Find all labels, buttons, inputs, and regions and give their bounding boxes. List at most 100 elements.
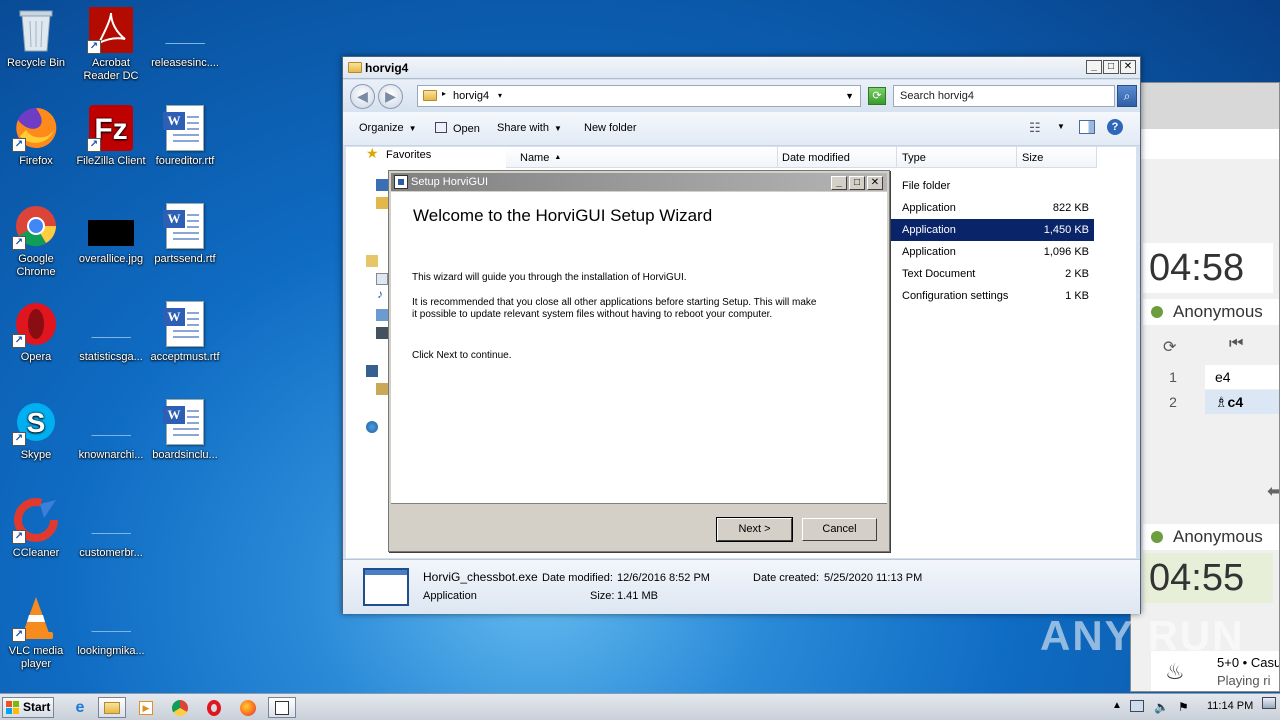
taskbar-chrome[interactable] xyxy=(166,697,194,718)
open-button[interactable]: Open xyxy=(435,122,480,135)
cancel-button[interactable]: Cancel xyxy=(802,518,877,541)
breadcrumb-folder[interactable]: horvig4 xyxy=(453,90,489,102)
chevron-down-icon[interactable]: ▼ xyxy=(1057,122,1065,131)
taskbar-clock[interactable]: 11:14 PM xyxy=(1207,700,1253,712)
address-box[interactable]: ▸ horvig4 ▾ ▼ xyxy=(417,85,861,107)
desktop-icon-customerbr[interactable]: customerbr... xyxy=(73,496,149,560)
maximize-button[interactable]: □ xyxy=(849,176,865,190)
shortcut-arrow-icon: ↗ xyxy=(12,530,26,544)
help-icon[interactable]: ? xyxy=(1107,119,1123,135)
installer-icon xyxy=(394,175,408,189)
taskbar-setup[interactable] xyxy=(268,697,296,718)
setup-paragraph-2: It is recommended that you close all oth… xyxy=(412,297,817,320)
file-type: File folder xyxy=(902,180,951,192)
file-size: 2 KB xyxy=(1065,268,1089,280)
address-dropdown-icon[interactable]: ▼ xyxy=(845,91,854,101)
shortcut-arrow-icon: ↗ xyxy=(12,628,26,642)
move-row[interactable]: 1 e4 xyxy=(1143,365,1279,389)
word-document-icon: W xyxy=(161,300,209,348)
move-number: 1 xyxy=(1169,369,1177,385)
forward-button[interactable]: ▶ xyxy=(378,84,403,109)
column-name[interactable]: Name ▲ xyxy=(506,147,778,168)
desktop-icon-filezilla[interactable]: Fz ↗ FileZilla Client xyxy=(73,104,149,168)
desktop-icon-statisticsga[interactable]: statisticsga... xyxy=(73,300,149,364)
setup-heading: Welcome to the HorviGUI Setup Wizard xyxy=(413,206,713,225)
show-desktop-button[interactable] xyxy=(1262,697,1276,709)
shortcut-arrow-icon: ↗ xyxy=(12,432,26,446)
taskbar-media-player[interactable]: ▶ xyxy=(132,697,160,718)
desktop-icon-ccleaner[interactable]: ↗ CCleaner xyxy=(0,496,74,560)
refresh-icon[interactable]: ⟳ xyxy=(868,87,886,105)
speaker-icon[interactable]: 🔈 xyxy=(1154,700,1169,714)
desktop-icon-boardsinclu[interactable]: W boardsinclu... xyxy=(147,398,223,462)
desktop-icon-chrome[interactable]: ↗ Google Chrome xyxy=(0,202,74,279)
column-type[interactable]: Type xyxy=(897,147,1017,168)
start-button[interactable]: Start xyxy=(2,697,54,718)
taskbar-explorer[interactable] xyxy=(98,697,126,718)
file-row[interactable]: Text Document 2 KB xyxy=(890,263,1094,285)
explorer-titlebar[interactable]: horvig4 _ □ ✕ xyxy=(343,57,1140,79)
file-row[interactable]: Application 1,096 KB xyxy=(890,241,1094,263)
first-move-icon[interactable]: ⏮ xyxy=(1229,335,1243,353)
move-row[interactable]: 2 ♗c4 xyxy=(1143,390,1279,414)
search-icon[interactable]: ⌕ xyxy=(1117,85,1137,107)
share-with-menu[interactable]: Share with ▼ xyxy=(497,122,562,134)
share-with-label: Share with xyxy=(497,122,549,134)
setup-titlebar[interactable]: Setup HorviGUI _ □ ✕ xyxy=(391,173,887,191)
taskbar-firefox[interactable] xyxy=(234,697,262,718)
desktop-icon-partssend-rtf[interactable]: W partssend.rtf xyxy=(147,202,223,266)
desktop-icon-firefox[interactable]: ↗ Firefox xyxy=(0,104,74,168)
file-row[interactable]: Configuration settings 1 KB xyxy=(890,285,1094,307)
close-button[interactable]: ✕ xyxy=(867,176,883,190)
chess-browser-window[interactable]: 04:58 Anonymous ⟳ ⏮ 1 e4 2 ♗c4 ⬅ Anonymo… xyxy=(1130,82,1280,692)
preview-pane-icon[interactable] xyxy=(1079,120,1095,134)
maximize-button[interactable]: □ xyxy=(1103,60,1119,74)
next-button[interactable]: Next > xyxy=(716,517,793,542)
show-hidden-icons[interactable]: ▲ xyxy=(1112,700,1122,711)
desktop-icon-skype[interactable]: S ↗ Skype xyxy=(0,398,74,462)
desktop-icon-acrobat[interactable]: ↗ Acrobat Reader DC xyxy=(73,6,149,83)
view-options-icon[interactable]: ☷ xyxy=(1029,120,1041,136)
taskbar-opera[interactable] xyxy=(200,697,228,718)
detail-size-label: Size: xyxy=(590,590,615,602)
desktop-icon-overallice-jpg[interactable]: overallice.jpg xyxy=(73,202,149,266)
desktop-icon-lookingmika[interactable]: lookingmika... xyxy=(73,594,149,658)
column-date-modified[interactable]: Date modified xyxy=(778,147,897,168)
open-label: Open xyxy=(453,123,480,135)
desktop-icon-opera[interactable]: ↗ Opera xyxy=(0,300,74,364)
desktop-icon-vlc[interactable]: ↗ VLC media player xyxy=(0,594,74,671)
desktop-icon-foureditor-rtf[interactable]: W foureditor.rtf xyxy=(147,104,223,168)
move-san[interactable]: ♗c4 xyxy=(1205,390,1279,414)
arrow-left-icon[interactable]: ⬅ xyxy=(1267,481,1279,502)
file-row[interactable]: Application 822 KB xyxy=(890,197,1094,219)
setup-wizard-dialog[interactable]: Setup HorviGUI _ □ ✕ Welcome to the Horv… xyxy=(388,170,890,552)
action-center-flag-icon[interactable]: ⚑ xyxy=(1178,700,1189,714)
minimize-button[interactable]: _ xyxy=(831,176,847,190)
desktop-icon-knownarchi[interactable]: knownarchi... xyxy=(73,398,149,462)
chevron-right-icon[interactable]: ▸ xyxy=(442,89,446,98)
game-info-line2: Playing ri xyxy=(1217,673,1271,688)
explorer-title: horvig4 xyxy=(365,61,409,75)
taskbar-ie[interactable]: e xyxy=(66,697,94,718)
desktop-icon-acceptmust-rtf[interactable]: W acceptmust.rtf xyxy=(147,300,223,364)
chevron-down-icon[interactable]: ▾ xyxy=(498,91,502,100)
favorites-label[interactable]: Favorites xyxy=(386,149,431,161)
move-san[interactable]: e4 xyxy=(1205,365,1279,389)
search-input[interactable]: Search horvig4 xyxy=(893,85,1115,107)
shortcut-arrow-icon: ↗ xyxy=(12,236,26,250)
desktop-icon-releasesinc[interactable]: releasesinc.... xyxy=(147,6,223,70)
close-button[interactable]: ✕ xyxy=(1120,60,1136,74)
new-folder-button[interactable]: New folder xyxy=(584,122,637,134)
column-size[interactable]: Size xyxy=(1017,147,1097,168)
blank-file-icon xyxy=(87,300,135,348)
file-type: Application xyxy=(902,202,956,214)
desktop-icon-recycle-bin[interactable]: Recycle Bin xyxy=(0,6,74,70)
flip-board-icon[interactable]: ⟳ xyxy=(1163,337,1176,357)
back-button[interactable]: ◀ xyxy=(350,84,375,109)
minimize-button[interactable]: _ xyxy=(1086,60,1102,74)
network-tray-icon[interactable] xyxy=(1130,700,1144,712)
file-row-selected[interactable]: Application 1,450 KB xyxy=(890,219,1094,241)
file-row[interactable]: File folder xyxy=(890,175,1094,197)
organize-menu[interactable]: Organize ▼ xyxy=(359,122,417,134)
computer-icon xyxy=(366,365,378,377)
